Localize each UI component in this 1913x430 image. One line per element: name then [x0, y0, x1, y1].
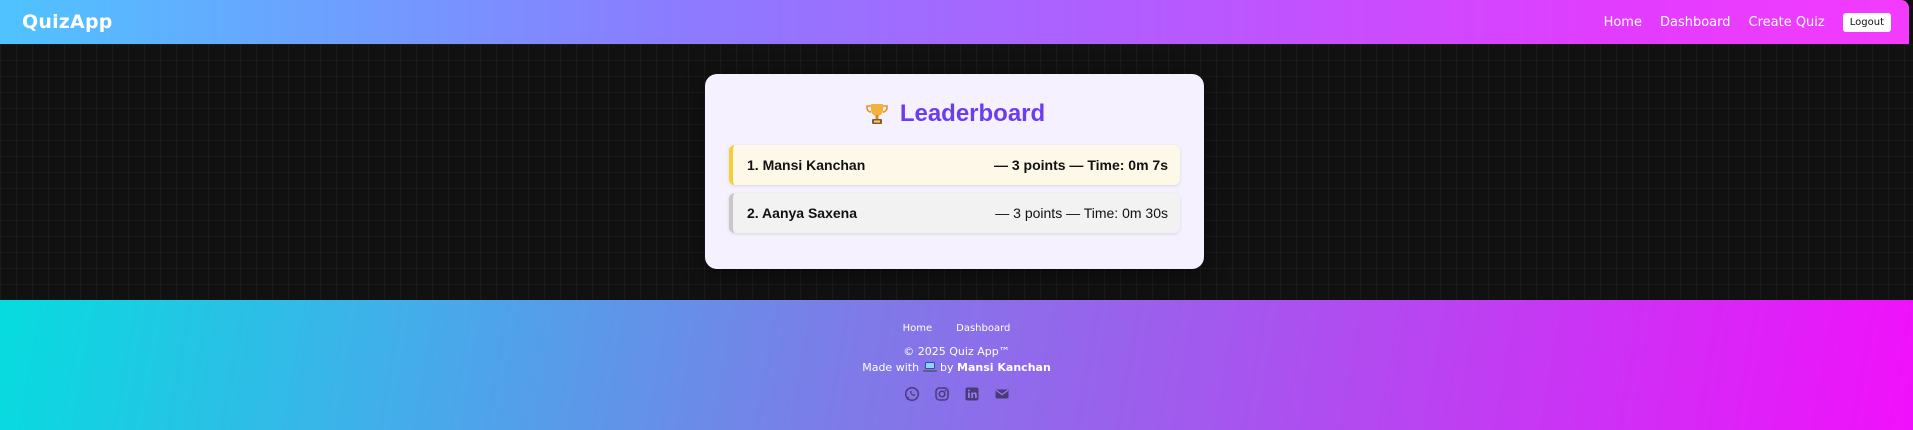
leaderboard-card: Leaderboard 1. Mansi Kanchan — 3 points …: [705, 74, 1204, 269]
made-with-by: by: [940, 361, 954, 374]
linkedin-icon[interactable]: [964, 386, 980, 402]
leaderboard-entry-2: 2. Aanya Saxena — 3 points — Time: 0m 30…: [729, 193, 1180, 233]
email-icon[interactable]: [994, 386, 1010, 402]
leaderboard-heading: Leaderboard: [729, 98, 1180, 130]
page: QuizApp Home Dashboard Create Quiz Logou…: [0, 0, 1913, 430]
made-with-line: Made with by Mansi Kanchan: [0, 361, 1913, 374]
entry-name: 1. Mansi Kanchan: [747, 157, 866, 173]
footer-home-link[interactable]: Home: [903, 323, 933, 334]
logout-button[interactable]: Logout: [1842, 12, 1891, 32]
footer: Home Dashboard © 2025 Quiz App™ Made wit…: [0, 300, 1913, 430]
nav-create-quiz-link[interactable]: Create Quiz: [1749, 15, 1825, 30]
whatsapp-icon[interactable]: [904, 386, 920, 402]
leaderboard-entry-1: 1. Mansi Kanchan — 3 points — Time: 0m 7…: [729, 145, 1180, 185]
nav-home-link[interactable]: Home: [1604, 15, 1642, 30]
copyright-text: © 2025 Quiz App™: [903, 345, 1010, 358]
nav-dashboard-link[interactable]: Dashboard: [1660, 15, 1731, 30]
nav-links: Home Dashboard Create Quiz Logout: [1604, 12, 1891, 32]
leaderboard-title: Leaderboard: [899, 100, 1046, 127]
footer-links: Home Dashboard: [0, 323, 1913, 334]
entry-score: — 3 points — Time: 0m 30s: [995, 205, 1168, 221]
instagram-icon[interactable]: [934, 386, 950, 402]
social-links: [0, 386, 1913, 402]
navbar: QuizApp Home Dashboard Create Quiz Logou…: [0, 0, 1909, 44]
trophy-icon: [866, 104, 888, 124]
author-name: Mansi Kanchan: [957, 361, 1051, 374]
made-with-prefix: Made with: [862, 361, 920, 374]
main-content: Leaderboard 1. Mansi Kanchan — 3 points …: [0, 44, 1913, 300]
footer-dashboard-link[interactable]: Dashboard: [956, 323, 1010, 334]
entry-score: — 3 points — Time: 0m 7s: [993, 157, 1168, 173]
brand-logo[interactable]: QuizApp: [22, 11, 113, 33]
laptop-icon: [922, 362, 937, 372]
entry-name: 2. Aanya Saxena: [747, 205, 857, 221]
